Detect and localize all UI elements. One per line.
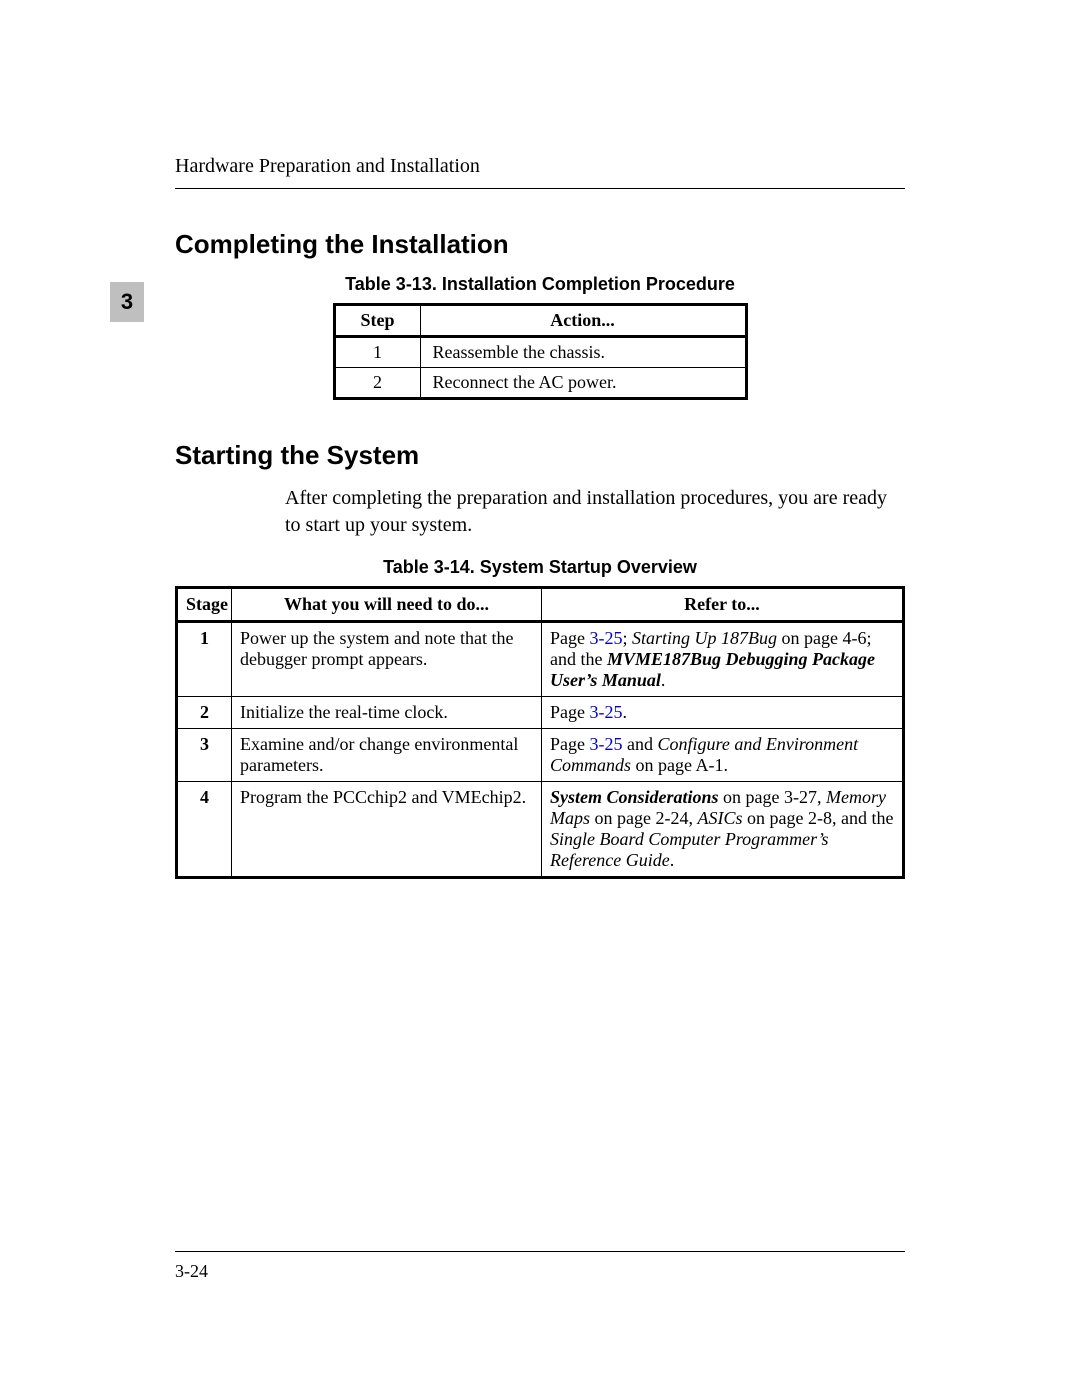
- table-row: Step Action...: [334, 305, 746, 337]
- page: Hardware Preparation and Installation 3 …: [0, 0, 1080, 1397]
- text: Page: [550, 702, 590, 722]
- th-stage: Stage: [177, 588, 232, 622]
- book-title: ASICs: [697, 808, 742, 828]
- table-row: 2 Initialize the real-time clock. Page 3…: [177, 697, 904, 729]
- table-row: Stage What you will need to do... Refer …: [177, 588, 904, 622]
- chapter-tab: 3: [110, 282, 144, 322]
- table14-caption: Table 3-14. System Startup Overview: [175, 557, 905, 578]
- table14: Stage What you will need to do... Refer …: [175, 586, 905, 879]
- td-ref: Page 3-25; Starting Up 187Bug on page 4-…: [542, 622, 904, 697]
- td-action: Reconnect the AC power.: [420, 368, 746, 399]
- footer-rule: [175, 1251, 905, 1252]
- td-what: Initialize the real-time clock.: [232, 697, 542, 729]
- table-row: 2 Reconnect the AC power.: [334, 368, 746, 399]
- book-title: Single Board Computer Programmer’s Refer…: [550, 829, 829, 870]
- book-title: Starting Up 187Bug: [632, 628, 777, 648]
- td-stage: 1: [177, 622, 232, 697]
- header-rule: [175, 188, 905, 189]
- text: .: [670, 850, 675, 870]
- section-heading-starting: Starting the System: [175, 440, 905, 471]
- table-row: 3 Examine and/or change environmental pa…: [177, 729, 904, 782]
- td-ref: Page 3-25.: [542, 697, 904, 729]
- td-stage: 2: [177, 697, 232, 729]
- td-action: Reassemble the chassis.: [420, 337, 746, 368]
- body-paragraph: After completing the preparation and ins…: [285, 485, 905, 539]
- text: and: [623, 734, 658, 754]
- td-stage: 3: [177, 729, 232, 782]
- text: Page: [550, 628, 590, 648]
- text: on page A-1.: [631, 755, 728, 775]
- th-action: Action...: [420, 305, 746, 337]
- td-ref: System Considerations on page 3-27, Memo…: [542, 782, 904, 878]
- text: .: [623, 702, 628, 722]
- book-title: System Considerations: [550, 787, 719, 807]
- td-step: 2: [334, 368, 420, 399]
- table13: Step Action... 1 Reassemble the chassis.…: [333, 303, 748, 400]
- text: Page: [550, 734, 590, 754]
- th-ref: Refer to...: [542, 588, 904, 622]
- td-what: Program the PCCchip2 and VMEchip2.: [232, 782, 542, 878]
- page-link[interactable]: 3-25: [590, 734, 623, 754]
- page-link[interactable]: 3-25: [590, 628, 623, 648]
- text: on page 2-8, and the: [742, 808, 893, 828]
- running-head: Hardware Preparation and Installation: [175, 155, 905, 178]
- table13-caption: Table 3-13. Installation Completion Proc…: [175, 274, 905, 295]
- text: .: [661, 670, 666, 690]
- text: on page 2-24,: [590, 808, 697, 828]
- td-ref: Page 3-25 and Configure and Environment …: [542, 729, 904, 782]
- table-row: 1 Reassemble the chassis.: [334, 337, 746, 368]
- td-what: Power up the system and note that the de…: [232, 622, 542, 697]
- td-step: 1: [334, 337, 420, 368]
- section-heading-completing: Completing the Installation: [175, 229, 905, 260]
- table-row: 4 Program the PCCchip2 and VMEchip2. Sys…: [177, 782, 904, 878]
- page-link[interactable]: 3-25: [590, 702, 623, 722]
- text: ;: [623, 628, 633, 648]
- th-step: Step: [334, 305, 420, 337]
- td-what: Examine and/or change environmental para…: [232, 729, 542, 782]
- td-stage: 4: [177, 782, 232, 878]
- th-what: What you will need to do...: [232, 588, 542, 622]
- page-number: 3-24: [175, 1261, 208, 1282]
- table-row: 1 Power up the system and note that the …: [177, 622, 904, 697]
- text: on page 3-27,: [719, 787, 826, 807]
